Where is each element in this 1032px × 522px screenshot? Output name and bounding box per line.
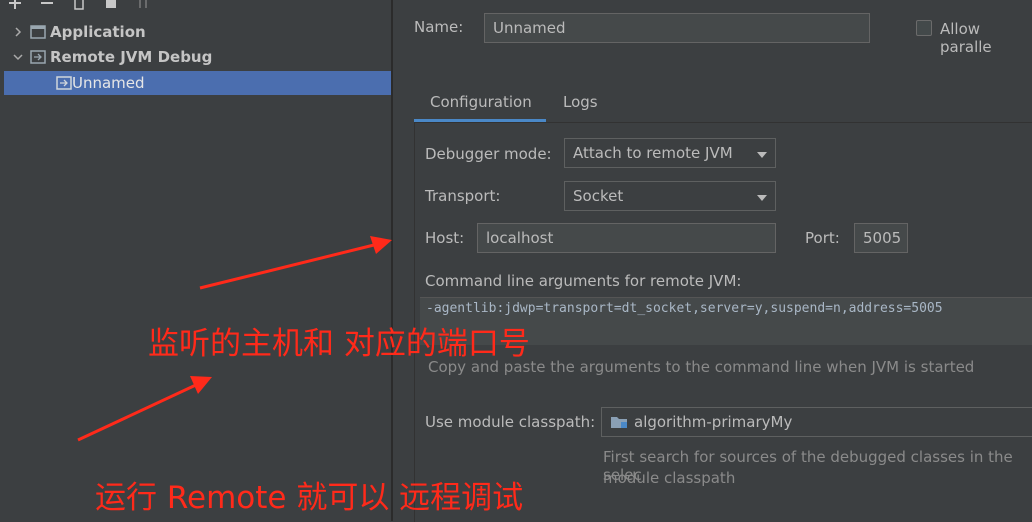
remove-icon[interactable] xyxy=(38,0,56,12)
host-input[interactable]: localhost xyxy=(477,223,776,253)
remote-debug-icon xyxy=(56,76,72,90)
copy-icon[interactable] xyxy=(70,0,88,12)
name-label: Name: xyxy=(414,18,464,36)
cmd-args-label: Command line arguments for remote JVM: xyxy=(425,272,742,290)
host-input-value: localhost xyxy=(486,229,554,247)
tree-item-label: Remote JVM Debug xyxy=(50,48,213,66)
chevron-down-icon[interactable] xyxy=(12,51,24,63)
tab-logs[interactable]: Logs xyxy=(563,93,598,111)
annotation-run-remote: 运行 Remote 就可以 远程调试 xyxy=(95,480,524,516)
module-hint-line2: module classpath xyxy=(603,469,736,487)
dropdown-arrow-icon xyxy=(757,187,767,205)
debugger-mode-value: Attach to remote JVM xyxy=(573,144,733,162)
port-input[interactable]: 5005 xyxy=(854,223,908,253)
tree-item-unnamed[interactable]: Unnamed xyxy=(4,71,391,95)
application-config-icon xyxy=(30,25,46,39)
port-label: Port: xyxy=(805,229,840,247)
tree-toolbar xyxy=(6,0,152,12)
module-folder-icon xyxy=(610,415,628,429)
transport-select[interactable]: Socket xyxy=(564,181,776,211)
dropdown-arrow-icon xyxy=(757,144,767,162)
tree-item-remote-jvm-debug[interactable]: Remote JVM Debug xyxy=(0,45,391,69)
allow-parallel-label: Allow paralle xyxy=(940,20,992,56)
name-input[interactable]: Unnamed xyxy=(484,13,870,43)
tab-configuration[interactable]: Configuration xyxy=(430,93,532,111)
module-classpath-label: Use module classpath: xyxy=(425,413,596,431)
add-icon[interactable] xyxy=(6,0,24,12)
module-classpath-value: algorithm-primaryMy xyxy=(634,413,793,431)
name-input-value: Unnamed xyxy=(493,19,566,37)
save-config-icon[interactable] xyxy=(102,0,120,12)
remote-debug-icon xyxy=(30,50,46,64)
host-label: Host: xyxy=(425,229,465,247)
debugger-mode-label: Debugger mode: xyxy=(425,145,552,163)
transport-value: Socket xyxy=(573,187,624,205)
module-classpath-select[interactable]: algorithm-primaryMy xyxy=(601,407,1032,437)
port-input-value: 5005 xyxy=(863,229,902,247)
cmd-args-value: -agentlib:jdwp=transport=dt_socket,serve… xyxy=(426,301,943,316)
tree-item-label: Unnamed xyxy=(72,74,145,92)
allow-parallel-checkbox[interactable] xyxy=(916,20,932,36)
debugger-mode-select[interactable]: Attach to remote JVM xyxy=(564,138,776,168)
tree-item-label: Application xyxy=(50,23,146,41)
panel-divider[interactable] xyxy=(391,0,393,521)
transport-label: Transport: xyxy=(425,187,501,205)
tree-item-application[interactable]: Application xyxy=(0,20,391,44)
annotation-host-port: 监听的主机和 对应的端口号 xyxy=(148,326,530,362)
chevron-right-icon[interactable] xyxy=(12,26,24,38)
sort-icon[interactable] xyxy=(134,0,152,12)
